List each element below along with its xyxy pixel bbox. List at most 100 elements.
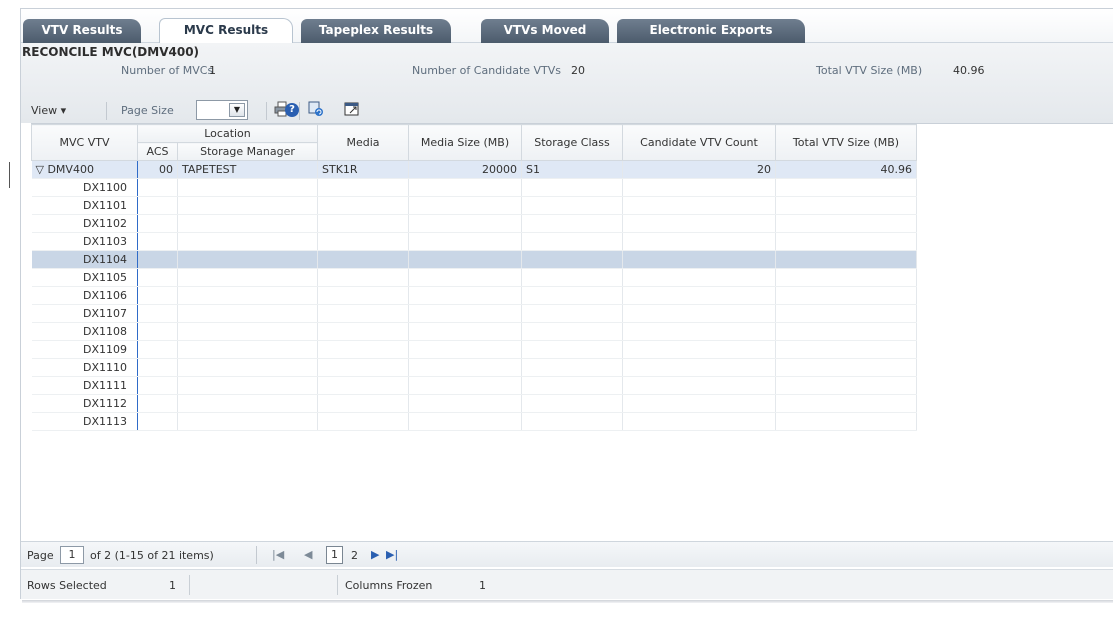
status-bar: Rows Selected 1 Columns Frozen 1 <box>21 569 1113 599</box>
results-panel: VTV Results MVC Results Tapeplex Results… <box>20 8 1113 599</box>
empty-cell <box>408 250 522 269</box>
table-row[interactable]: DX1108 <box>31 322 917 341</box>
empty-cell <box>622 268 776 287</box>
page-title: RECONCILE MVC(DMV400) <box>22 45 200 59</box>
view-menu[interactable]: View ▾ <box>31 104 66 117</box>
empty-cell <box>622 214 776 233</box>
empty-cell <box>775 232 917 251</box>
table-row[interactable]: DX1110 <box>31 358 917 377</box>
empty-cell <box>177 250 318 269</box>
empty-cell <box>775 178 917 197</box>
empty-cell <box>775 250 917 269</box>
tab-vtvs-moved[interactable]: VTVs Moved <box>481 19 609 43</box>
empty-cell <box>622 250 776 269</box>
empty-cell <box>622 394 776 413</box>
panel-shadow <box>22 600 1113 603</box>
page-1-link[interactable]: 1 <box>326 546 343 564</box>
table-row[interactable]: DX1111 <box>31 376 917 395</box>
first-page-icon[interactable]: |◀ <box>272 548 284 561</box>
empty-cell <box>317 412 409 431</box>
tab-electronic-exports[interactable]: Electronic Exports <box>617 19 805 43</box>
page-2-link[interactable]: 2 <box>351 549 358 562</box>
total-vtv-size-value: 40.96 <box>953 64 985 77</box>
table-row[interactable]: DX1113 <box>31 412 917 431</box>
last-page-icon[interactable]: ▶| <box>386 548 398 561</box>
mvc-expand-cell[interactable]: ▽ DMV400 <box>31 160 138 179</box>
tab-tapeplex-results[interactable]: Tapeplex Results <box>301 19 451 43</box>
empty-cell <box>521 304 623 323</box>
media-cell: STK1R <box>317 160 409 179</box>
vtv-id-cell: DX1105 <box>31 268 138 287</box>
toolbar: View ▾ Page Size ▼ ? <box>21 97 1113 123</box>
empty-cell <box>521 376 623 395</box>
table-row[interactable]: DX1105 <box>31 268 917 287</box>
table-row[interactable]: DX1100 <box>31 178 917 197</box>
empty-cell <box>775 412 917 431</box>
empty-cell <box>137 178 178 197</box>
empty-cell <box>177 322 318 341</box>
empty-cell <box>622 178 776 197</box>
page-range-text: of 2 (1-15 of 21 items) <box>90 549 214 562</box>
acs-cell: 00 <box>137 160 178 179</box>
empty-cell <box>177 268 318 287</box>
empty-cell <box>521 412 623 431</box>
col-candidate-count[interactable]: Candidate VTV Count <box>622 124 776 161</box>
empty-cell <box>775 376 917 395</box>
empty-cell <box>137 376 178 395</box>
detach-icon[interactable] <box>343 101 361 119</box>
chevron-down-icon[interactable]: ▼ <box>229 103 245 117</box>
col-total-size[interactable]: Total VTV Size (MB) <box>775 124 917 161</box>
num-mvcs-label: Number of MVCs <box>121 64 214 77</box>
columns-frozen-value: 1 <box>479 579 486 592</box>
empty-cell <box>521 250 623 269</box>
reconcile-header: RECONCILE MVC(DMV400) Number of MVCs 1 N… <box>21 43 1113 123</box>
refresh-icon[interactable] <box>307 101 325 119</box>
empty-cell <box>317 304 409 323</box>
num-mvcs-value: 1 <box>209 64 216 77</box>
empty-cell <box>137 394 178 413</box>
vtv-id-cell: DX1103 <box>31 232 138 251</box>
col-storage-class[interactable]: Storage Class <box>521 124 623 161</box>
page-size-select[interactable]: ▼ <box>196 100 248 120</box>
total-vtv-size-label: Total VTV Size (MB) <box>816 64 923 77</box>
empty-cell <box>622 196 776 215</box>
empty-cell <box>521 268 623 287</box>
table-row[interactable]: ▽ DMV400 00 TAPETEST STK1R 20000 S1 20 4… <box>31 160 917 179</box>
col-mvc-vtv[interactable]: MVC VTV <box>31 124 138 161</box>
empty-cell <box>408 358 522 377</box>
col-acs[interactable]: ACS <box>137 142 178 161</box>
empty-cell <box>137 250 178 269</box>
table-row[interactable]: DX1112 <box>31 394 917 413</box>
next-page-icon[interactable]: ▶ <box>371 548 379 561</box>
results-table-container: MVC VTV Location Media Media Size (MB) S… <box>31 123 1113 541</box>
empty-cell <box>408 268 522 287</box>
col-media[interactable]: Media <box>317 124 409 161</box>
prev-page-icon[interactable]: ◀ <box>304 548 312 561</box>
table-row[interactable]: DX1101 <box>31 196 917 215</box>
page-number-input[interactable]: 1 <box>60 546 84 564</box>
empty-cell <box>521 322 623 341</box>
col-storage-manager[interactable]: Storage Manager <box>177 142 318 161</box>
empty-cell <box>317 322 409 341</box>
empty-cell <box>137 358 178 377</box>
tab-vtv-results[interactable]: VTV Results <box>23 19 141 43</box>
table-row[interactable]: DX1104 <box>31 250 917 269</box>
help-icon[interactable]: ? <box>285 103 299 117</box>
vtv-id-cell: DX1104 <box>31 250 138 269</box>
table-row[interactable]: DX1102 <box>31 214 917 233</box>
empty-cell <box>521 358 623 377</box>
table-row[interactable]: DX1103 <box>31 232 917 251</box>
empty-cell <box>177 358 318 377</box>
empty-cell <box>317 358 409 377</box>
tab-bar: VTV Results MVC Results Tapeplex Results… <box>21 9 1113 44</box>
vtv-id-cell: DX1102 <box>31 214 138 233</box>
vtv-id-cell: DX1112 <box>31 394 138 413</box>
col-media-size[interactable]: Media Size (MB) <box>408 124 522 161</box>
table-row[interactable]: DX1107 <box>31 304 917 323</box>
empty-cell <box>177 178 318 197</box>
left-edge-marker <box>9 162 10 188</box>
table-row[interactable]: DX1109 <box>31 340 917 359</box>
status-separator <box>189 575 190 595</box>
table-row[interactable]: DX1106 <box>31 286 917 305</box>
tab-mvc-results[interactable]: MVC Results <box>159 18 293 44</box>
